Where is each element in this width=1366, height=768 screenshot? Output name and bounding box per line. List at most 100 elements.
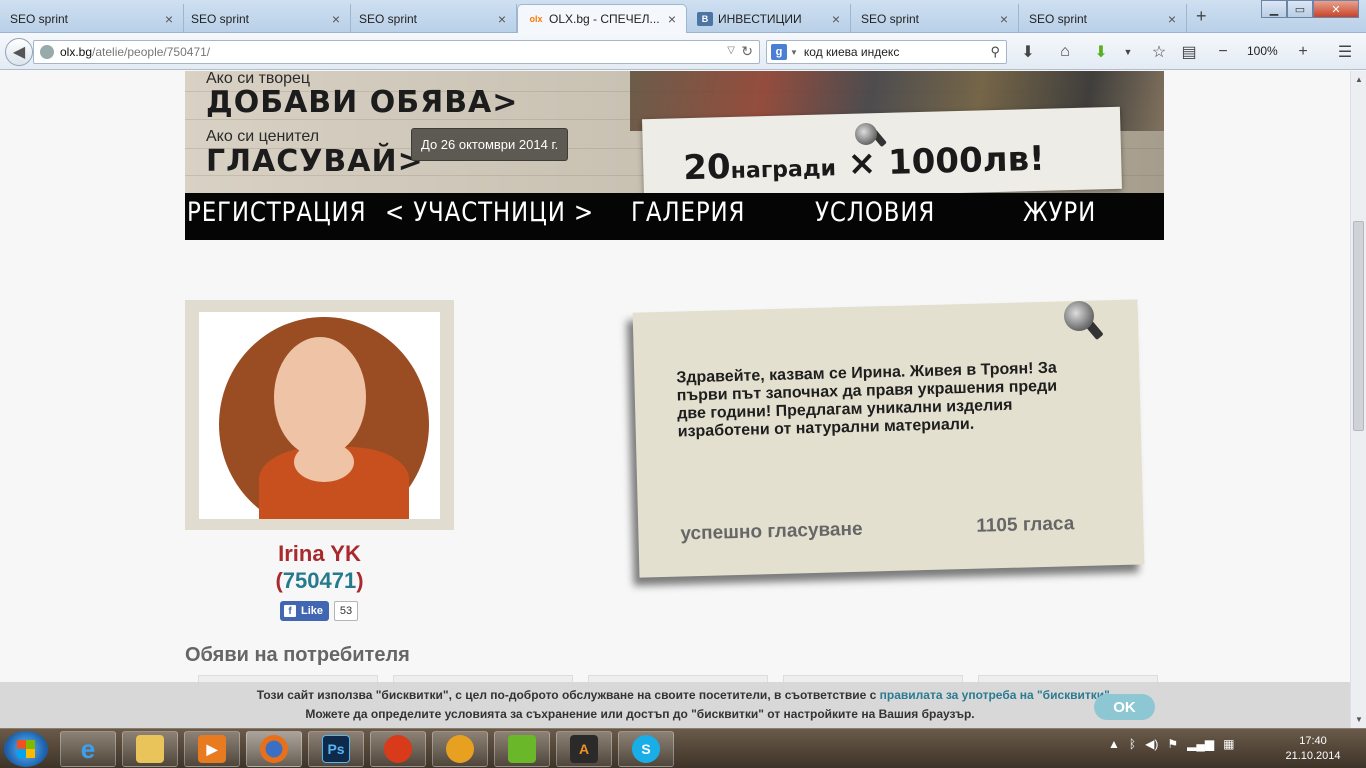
close-tab-icon[interactable]: × [1168,11,1176,27]
clock-time: 17:40 [1299,735,1327,747]
zoom-level[interactable]: 100% [1247,44,1278,58]
vote-count: 1105 гласа [976,513,1075,537]
vote-link[interactable]: ГЛАСУВАЙ> [206,144,424,179]
star-icon[interactable]: ☆ [1148,42,1170,62]
skype-icon: S [632,735,660,763]
tab-olx-active[interactable]: olx OLX.bg - СПЕЧЕЛ... × [517,4,687,33]
search-bar[interactable]: g ▼ код киева индекс ⚲ [766,40,1007,64]
window-minimize-button[interactable]: ▁ [1261,0,1287,18]
close-tab-icon[interactable]: × [498,11,506,27]
cookie-text-prefix: Този сайт използва "бисквитки", с цел по… [256,688,880,702]
user-id-open: ( [275,568,283,593]
user-listings-title: Обяви на потребителя [185,644,410,666]
url-host: olx.bg [60,45,93,59]
taskbar-explorer[interactable] [122,731,178,767]
volume-icon[interactable]: ◀) [1145,737,1158,751]
menu-item-jury[interactable]: ЖУРИ [1023,197,1096,228]
search-engine-dropdown-icon[interactable]: ▼ [790,48,798,57]
plus-icon[interactable]: + [1292,42,1314,62]
clipboard-icon[interactable]: ▤ [1178,42,1200,62]
download-icon[interactable]: ⬇ [1017,42,1039,62]
reload-icon[interactable]: ↻ [741,43,753,60]
url-dropdown-icon[interactable]: ▽ [727,45,735,56]
url-path: /atelie/people/750471/ [92,45,211,59]
window-close-button[interactable]: ✕ [1313,0,1359,18]
close-tab-icon[interactable]: × [1000,11,1008,27]
tab-seo-sprint-2[interactable]: SEO sprint × [181,4,351,33]
close-tab-icon[interactable]: × [332,11,340,27]
bio-text: Здравейте, казвам се Ирина. Живея в Троя… [676,359,1058,441]
user-id-link[interactable]: 750471 [283,568,356,593]
language-flag-icon[interactable]: ▦ [1223,737,1234,751]
facebook-like-button[interactable]: f Like [280,601,329,621]
photoshop-icon: Ps [322,735,350,763]
tab-seo-sprint-3[interactable]: SEO sprint × [349,4,517,33]
google-icon[interactable]: g [771,44,787,60]
back-arrow-icon[interactable]: ◀ [5,38,33,66]
taskbar-skype[interactable]: S [618,731,674,767]
scrollbar-thumb[interactable] [1353,221,1364,431]
tab-seo-sprint-1[interactable]: SEO sprint × [0,4,184,33]
add-listing-link[interactable]: ДОБАВИ ОБЯВА> [206,85,518,120]
start-button[interactable] [4,731,48,767]
tab-investicii[interactable]: В ИНВЕСТИЦИИ × [687,4,851,33]
tab-title: OLX.bg - СПЕЧЕЛ... [549,12,660,26]
taskbar-photoshop[interactable]: Ps [308,731,364,767]
new-tab-button[interactable]: + [1196,6,1207,27]
taskbar-media-player[interactable]: ▶ [184,731,240,767]
profile-photo [199,312,440,519]
taskbar-app[interactable] [370,731,426,767]
taskbar-ie[interactable]: e [60,731,116,767]
pushpin-icon [1064,301,1094,331]
tab-title: SEO sprint [1029,11,1088,26]
scroll-up-icon[interactable]: ▲ [1355,75,1363,84]
menu-item-conditions[interactable]: УСЛОВИЯ [815,197,935,228]
vk-favicon-icon: В [697,11,713,26]
close-tab-icon[interactable]: × [668,11,676,27]
olx-favicon-icon: olx [529,14,543,24]
prize-word: награди [730,156,837,184]
network-icon[interactable]: ▂▄▆ [1187,737,1214,751]
prize-card: 20награди × 1000лв! [642,106,1122,193]
flag-icon[interactable]: ⚑ [1167,737,1178,751]
scroll-down-icon[interactable]: ▼ [1355,715,1363,724]
contest-banner[interactable]: Ако си творец ДОБАВИ ОБЯВА> Ако си ценит… [185,71,1164,193]
menu-item-registration[interactable]: РЕГИСТРАЦИЯ [187,197,366,228]
taskbar-a-app[interactable]: A [556,731,612,767]
vertical-scrollbar[interactable]: ▲ ▼ [1350,71,1366,728]
menu-item-participants[interactable]: < УЧАСТНИЦИ > [385,197,594,228]
prize-times: × [847,143,877,184]
globe-icon [40,45,54,59]
cookie-policy-link[interactable]: правилата за употреба на "бисквитки" [880,688,1110,702]
tab-seo-sprint-4[interactable]: SEO sprint × [851,4,1019,33]
addon-dropdown-icon[interactable]: ▼ [1117,42,1139,62]
webcam-icon [446,735,474,763]
bio-note-card: Здравейте, казвам се Ирина. Живея в Троя… [632,299,1145,578]
green-arrow-icon[interactable]: ⬇ [1090,42,1112,62]
cookie-line-1: Този сайт използва "бисквитки", с цел по… [0,688,1280,702]
tray-expand-icon[interactable]: ▲ [1108,737,1120,751]
window-maximize-button[interactable]: ▭ [1287,0,1313,18]
search-input[interactable]: код киева индекс [804,45,991,59]
menu-item-gallery[interactable]: ГАЛЕРИЯ [631,197,745,228]
cookie-ok-button[interactable]: OK [1094,694,1155,720]
close-tab-icon[interactable]: × [832,11,840,27]
tab-seo-sprint-5[interactable]: SEO sprint × [1019,4,1187,33]
hamburger-icon[interactable]: ☰ [1334,42,1356,62]
tab-title: SEO sprint [861,11,920,26]
ie-icon: e [80,733,96,764]
address-bar[interactable]: olx.bg/atelie/people/750471/ ▽ ↻ [33,40,760,64]
clock-date: 21.10.2014 [1285,750,1341,762]
taskbar-webcam[interactable] [432,731,488,767]
taskbar-corel[interactable] [494,731,550,767]
system-clock[interactable]: 17:40 21.10.2014 [1278,734,1348,764]
close-tab-icon[interactable]: × [165,11,173,27]
search-icon[interactable]: ⚲ [990,44,1000,60]
taskbar-firefox[interactable] [246,731,302,767]
bluetooth-icon[interactable]: ᛒ [1129,737,1136,751]
home-icon[interactable]: ⌂ [1054,42,1076,62]
tab-title: ИНВЕСТИЦИИ [718,11,802,26]
windows-logo-icon [17,740,35,758]
tab-title: SEO sprint [359,11,418,26]
minus-icon[interactable]: − [1212,42,1234,62]
